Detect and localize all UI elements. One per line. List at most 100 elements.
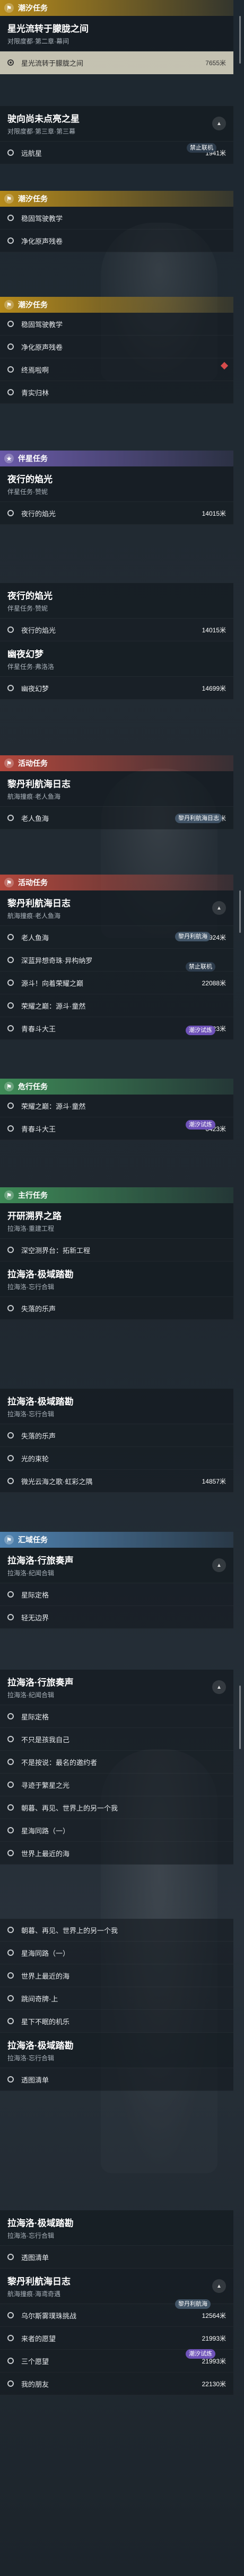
quest-card[interactable]: 拉海洛·行旅奏声 拉海洛·纪闻合辑 ▲	[0, 1670, 233, 1705]
quest-card[interactable]: 黎丹利航海日志 航海撞痕·老人鱼海 ▲	[0, 890, 233, 926]
quest-step-item[interactable]: 终焉啦啊	[0, 358, 233, 381]
step-label: 青春斗大王	[21, 1025, 56, 1033]
category-bar[interactable]: ⚑ 主行任务	[0, 1187, 233, 1203]
distance-label: 12564米	[202, 2312, 226, 2319]
quest-step-item[interactable]: 朝暮、再见、世界上的另一个我	[0, 1919, 233, 1942]
quest-step-item[interactable]: 星际定格	[0, 1705, 233, 1728]
step-label: 光的束轮	[21, 1454, 49, 1463]
no-coop-badge: 禁止联机	[186, 962, 215, 972]
category-bar[interactable]: ⚑ 汇域任务	[0, 1532, 233, 1548]
radio-icon	[7, 1736, 14, 1742]
radio-icon	[7, 1102, 14, 1109]
quest-card[interactable]: 开研溯界之路 拉海洛·重建工程	[0, 1203, 233, 1239]
quest-step-item[interactable]: 不只是孩我自己	[0, 1728, 233, 1751]
quest-card[interactable]: 拉海洛·极域踏勘 拉海洛·忘行合辑	[0, 1261, 233, 1297]
quest-step-item[interactable]: 青实归林	[0, 381, 233, 404]
quest-card[interactable]: 黎丹利航海日志 航海撞痕·海鸢奇遇 ▲	[0, 2269, 233, 2304]
quest-card[interactable]: 黎丹利航海日志 航海撞痕·老人鱼海	[0, 771, 233, 807]
quest-step-item[interactable]: 幽夜幻梦 14699米	[0, 677, 233, 700]
chevron-up-icon[interactable]: ▲	[212, 2279, 226, 2293]
step-label: 星海同路（一）	[21, 1827, 70, 1835]
scrollbar[interactable]	[239, 16, 241, 64]
radio-icon	[7, 627, 14, 633]
quest-step-item[interactable]: 我的朋友 22130米	[0, 2372, 233, 2395]
tide-trial-badge: 潮汐试炼	[186, 2349, 215, 2359]
chevron-up-icon[interactable]: ▲	[212, 901, 226, 915]
quest-card[interactable]: 夜行的焰光 伴星任务·赞妮	[0, 583, 233, 619]
quest-title: 拉海洛·行旅奏声	[7, 1678, 74, 1688]
category-bar[interactable]: ⚑ 潮汐任务	[0, 191, 233, 207]
quest-subtitle: 伴星任务·弗洛洛	[7, 663, 54, 671]
quest-step-item[interactable]: 轻无边界	[0, 1606, 233, 1629]
quest-card[interactable]: 拉海洛·行旅奏声 拉海洛·纪闻合辑 ▲	[0, 1548, 233, 1583]
quest-subtitle: 拉海洛·纪闻合辑	[7, 1691, 54, 1699]
quest-step-item[interactable]: 星际定格	[0, 1583, 233, 1606]
radio-icon	[7, 2254, 14, 2260]
radio-icon	[7, 2312, 14, 2318]
quest-step-item[interactable]: 失落的乐声	[0, 1424, 233, 1447]
quest-card[interactable]: 拉海洛·极域踏勘 拉海洛·忘行合辑	[0, 1389, 233, 1424]
quest-step-item[interactable]: 透图清单	[0, 2246, 233, 2269]
quest-step-item[interactable]: 寻迹于繁星之光	[0, 1774, 233, 1796]
quest-step-item[interactable]: 星光流转于朦胧之间 7655米	[0, 51, 233, 74]
scrollbar[interactable]	[239, 1686, 241, 1749]
quest-step-item[interactable]: 净化原声残卷	[0, 336, 233, 358]
quest-step-item[interactable]: 净化原声残卷	[0, 230, 233, 252]
quest-card[interactable]: 驶向尚未点亮之星 对限度都·第三章·第三幕 ▲	[0, 106, 233, 142]
quest-step-item[interactable]: 跳间奇牌·上	[0, 1987, 233, 2010]
chevron-up-icon[interactable]: ▲	[212, 117, 226, 130]
quest-step-item[interactable]: 世界上最近的海	[0, 1964, 233, 1987]
quest-step-item[interactable]: 微光云海之歌·虹彩之隅 14857米	[0, 1470, 233, 1493]
category-bar[interactable]: ⚑ 潮汐任务	[0, 297, 233, 313]
category-bar[interactable]: ★ 伴星任务	[0, 451, 233, 466]
radio-icon	[7, 685, 14, 691]
quest-step-item[interactable]: 荣耀之巅：源斗·童然	[0, 994, 233, 1017]
event-badge: 黎丹利航海	[175, 932, 211, 941]
task-log-page: ⚑ 潮汐任务 星光流转于朦胧之间 对限度都·第二章·幕间 星光流转于朦胧之间 765…	[0, 0, 244, 2576]
category-bar[interactable]: ⚑ 危行任务	[0, 1079, 233, 1095]
scrollbar[interactable]	[239, 890, 241, 933]
category-bar[interactable]: ⚑ 潮汐任务	[0, 0, 233, 16]
quest-step-item[interactable]: 星海同路（一）	[0, 1819, 233, 1842]
quest-subtitle: 拉海洛·忘行合辑	[7, 1410, 54, 1418]
quest-step-item[interactable]: 深空测界台：拓新工程	[0, 1239, 233, 1261]
quest-step-item[interactable]: 稳固驾驶教学	[0, 313, 233, 336]
quest-step-item[interactable]: 稳固驾驶教学	[0, 207, 233, 230]
quest-step-item[interactable]: 荣耀之巅：源斗·童然	[0, 1095, 233, 1117]
quest-step-item[interactable]: 星下不眠的机乐	[0, 2010, 233, 2033]
quest-step-item[interactable]: 不是按说：最名的邀约者	[0, 1751, 233, 1774]
quest-step-item[interactable]: 透图清单	[0, 2068, 233, 2091]
quest-step-item[interactable]: 夜行的焰光 14015米	[0, 619, 233, 641]
step-label: 透图清单	[21, 2076, 49, 2084]
radio-icon	[7, 1591, 14, 1598]
radio-icon	[7, 1781, 14, 1788]
quest-card[interactable]: 夜行的焰光 伴星任务·赞妮	[0, 466, 233, 502]
category-bar[interactable]: ⚑ 活动任务	[0, 875, 233, 890]
chevron-up-icon[interactable]: ▲	[212, 1558, 226, 1572]
quest-step-item[interactable]: 朝暮、再见、世界上的另一个我	[0, 1796, 233, 1819]
step-label: 终焉啦啊	[21, 366, 49, 374]
star-icon: ★	[4, 454, 14, 463]
chevron-up-icon[interactable]: ▲	[212, 1680, 226, 1694]
quest-subtitle: 拉海洛·忘行合辑	[7, 2054, 54, 2062]
quest-step-item[interactable]: 失落的乐声	[0, 1297, 233, 1320]
quest-title: 夜行的焰光	[7, 591, 53, 601]
quest-title: 夜行的焰光	[7, 474, 53, 484]
quest-card[interactable]: 拉海洛·极域踏勘 拉海洛·忘行合辑	[0, 2033, 233, 2068]
category-label: 活动任务	[18, 759, 48, 767]
quest-step-item[interactable]: 星海同路（一）	[0, 1942, 233, 1964]
flag-icon: ⚑	[4, 1535, 14, 1545]
quest-step-item[interactable]: 光的束轮	[0, 1447, 233, 1470]
quest-step-item[interactable]: 世界上最近的海	[0, 1842, 233, 1865]
step-label: 星光流转于朦胧之间	[21, 59, 84, 67]
quest-step-item[interactable]: 源斗！向着荣耀之巅 22088米	[0, 972, 233, 994]
quest-step-item[interactable]: 夜行的焰光 14015米	[0, 502, 233, 525]
quest-step-item[interactable]: 来者的愿望 21993米	[0, 2327, 233, 2350]
quest-card[interactable]: 星光流转于朦胧之间 对限度都·第二章·幕间	[0, 16, 233, 51]
step-label: 三个愿望	[21, 2357, 49, 2366]
radio-icon	[7, 2018, 14, 2024]
step-label: 星际定格	[21, 1713, 49, 1721]
category-bar[interactable]: ⚑ 活动任务	[0, 755, 233, 771]
quest-card[interactable]: 幽夜幻梦 伴星任务·弗洛洛	[0, 641, 233, 677]
quest-card[interactable]: 拉海洛·极域踏勘 拉海洛·忘行合辑	[0, 2210, 233, 2246]
